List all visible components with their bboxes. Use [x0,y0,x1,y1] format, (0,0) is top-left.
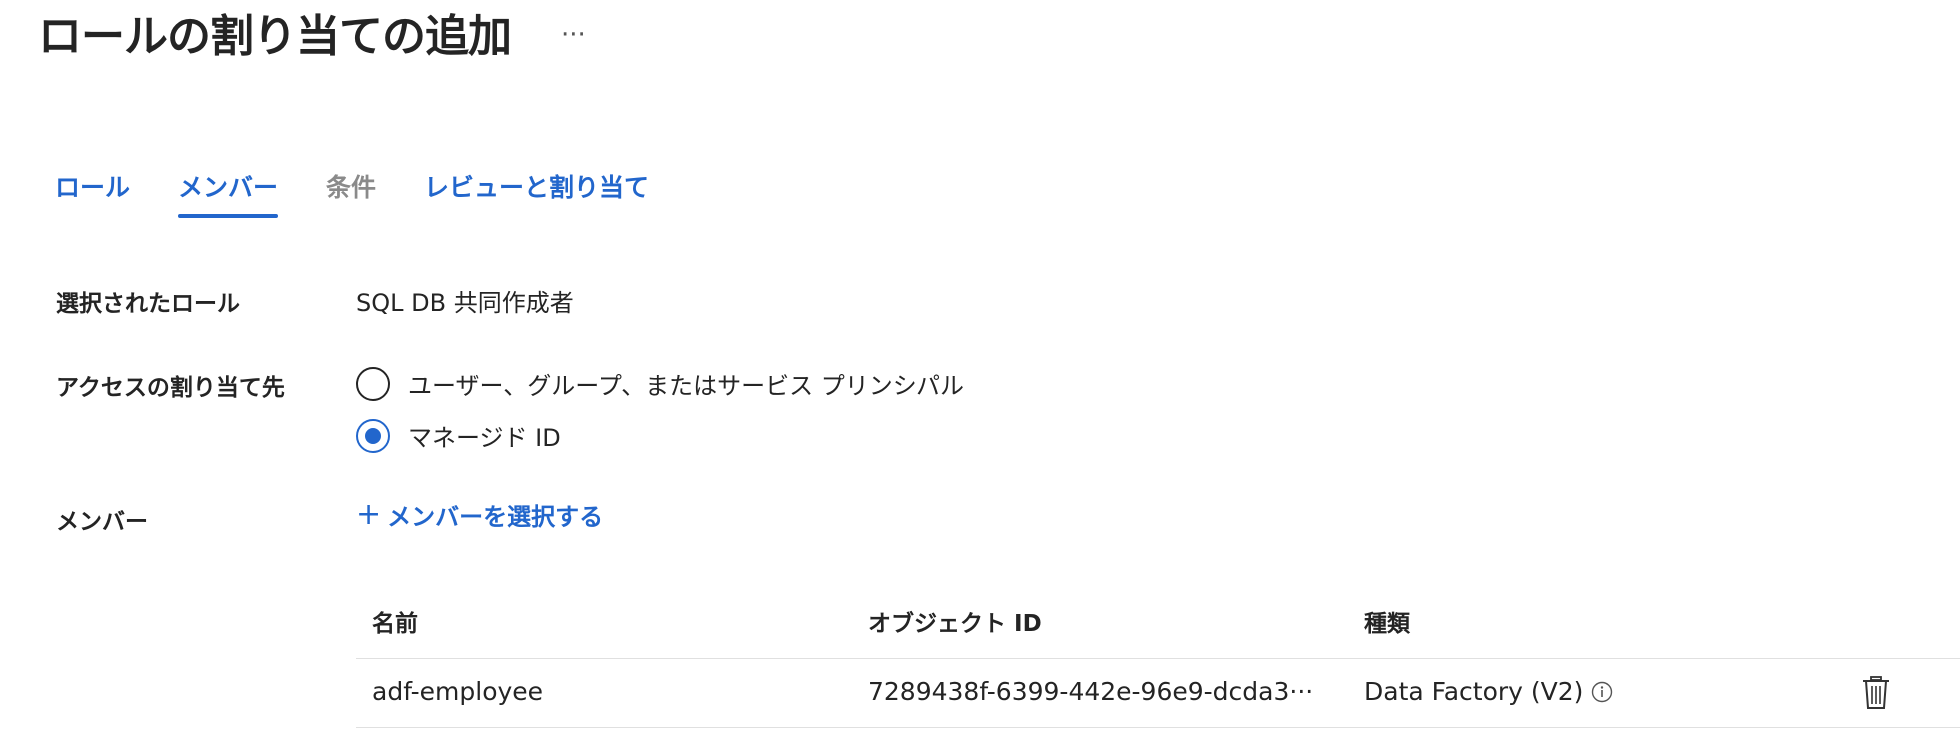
member-object-id: 7289438f-6399-442e-96e9-dcda3··· [868,677,1314,706]
table-row: adf-employee 7289438f-6399-442e-96e9-dcd… [356,659,1960,728]
table-header: 名前 オブジェクト ID 種類 [356,590,1960,659]
page-title: ロールの割り当ての追加 [38,11,512,62]
select-members-link[interactable]: + メンバーを選択する [356,497,603,532]
select-members-label: メンバーを選択する [387,503,604,531]
selected-role-label: 選択されたロール [56,291,240,317]
members-label: メンバー [56,509,148,535]
tab-review-and-assign[interactable]: レビューと割り当て [424,168,649,218]
radio-user-group-sp[interactable]: ユーザー、グループ、またはサービス プリンシパル [356,366,964,401]
column-header-name: 名前 [372,611,418,637]
radio-managed-identity[interactable]: マネージド ID [356,418,561,453]
page: ロールの割り当ての追加 ··· ロール メンバー 条件 レビューと割り当て 選択… [0,0,1960,754]
selected-role-value: SQL DB 共同作成者 [356,289,574,317]
column-header-type: 種類 [1364,611,1410,637]
radio-label-user-group-sp: ユーザー、グループ、またはサービス プリンシパル [408,372,965,400]
trash-icon[interactable] [1860,675,1892,711]
info-icon[interactable] [1591,681,1613,703]
radio-label-managed-identity: マネージド ID [408,424,561,452]
members-table: 名前 オブジェクト ID 種類 adf-employee 7289438f-63… [356,590,1960,728]
more-icon[interactable]: ··· [561,16,586,48]
tab-role[interactable]: ロール [55,168,130,218]
assign-access-label: アクセスの割り当て先 [56,375,285,401]
radio-unchecked-icon[interactable] [356,366,390,401]
tab-members[interactable]: メンバー [178,168,279,218]
title-row: ロールの割り当ての追加 ··· [38,0,586,64]
column-header-object-id: オブジェクト ID [868,611,1042,637]
tab-list: ロール メンバー 条件 レビューと割り当て [55,168,649,218]
member-type: Data Factory (V2) [1364,677,1584,706]
radio-checked-icon[interactable] [356,418,390,453]
plus-icon: + [356,496,382,532]
member-name: adf-employee [372,677,544,706]
tab-conditions: 条件 [326,173,377,202]
member-type-cell: Data Factory (V2) [1364,677,1613,706]
